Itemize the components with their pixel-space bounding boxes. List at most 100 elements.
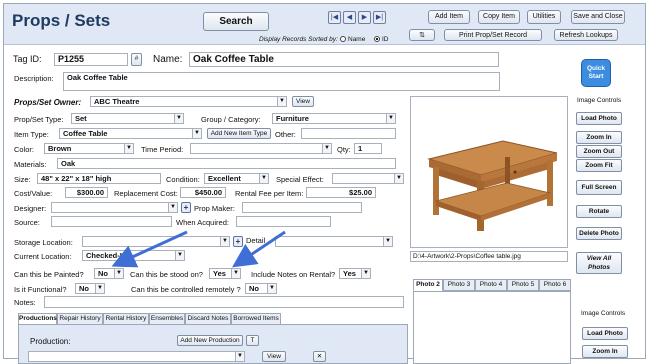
when-acquired-label: When Acquired:	[176, 218, 229, 227]
view-all-photos-button[interactable]: View All Photos	[576, 252, 622, 274]
functional-label: Is it Functional?	[14, 285, 67, 294]
print-record-button[interactable]: Print Prop/Set Record	[444, 29, 542, 41]
previous-record-button[interactable]: ◀	[343, 11, 356, 24]
sort-id-radio[interactable]: ID	[374, 36, 389, 43]
qty-label: Qty:	[337, 145, 351, 154]
tab-photo-3[interactable]: Photo 3	[443, 279, 475, 291]
tag-number-button[interactable]: #	[131, 53, 142, 66]
add-item-type-button[interactable]: Add New Item Type	[207, 128, 271, 139]
replacement-cost-label: Replacement Cost:	[114, 189, 178, 198]
photo-viewer[interactable]	[410, 96, 568, 248]
remote-control-select[interactable]: No ▼	[245, 283, 277, 294]
tag-id-field[interactable]: P1255	[54, 53, 128, 66]
zoom-in-button[interactable]: Zoom In	[576, 131, 622, 144]
load-photo-button[interactable]: Load Photo	[576, 112, 622, 125]
current-location-value: Checked-In	[86, 251, 127, 260]
designer-select[interactable]: ▼	[51, 202, 178, 213]
sorted-by-label: Display Records Sorted by:	[259, 36, 338, 43]
size-field[interactable]: 48" x 22" x 18" high	[37, 173, 161, 184]
special-effect-label: Special Effect:	[276, 175, 324, 184]
add-production-button[interactable]: Add New Production	[177, 335, 243, 346]
group-select[interactable]: Furniture ▼	[272, 113, 396, 124]
plus-icon: +	[183, 203, 189, 212]
painted-select[interactable]: No ▼	[94, 268, 124, 279]
photo-path-field[interactable]: D:\4-Artwork\2-Props\Coffee table.jpg	[410, 251, 568, 262]
qty-field[interactable]: 1	[354, 143, 382, 154]
name-field[interactable]: Oak Coffee Table	[189, 52, 499, 67]
description-field[interactable]: Oak Coffee Table	[63, 72, 500, 91]
first-record-button[interactable]: |◀	[328, 11, 341, 24]
lower-image-controls-label: Image Controls	[581, 310, 626, 317]
sort-id-label: ID	[382, 36, 389, 43]
functional-select[interactable]: No ▼	[75, 283, 105, 294]
special-effect-select[interactable]: ▼	[332, 173, 404, 184]
tab-photo-4[interactable]: Photo 4	[475, 279, 507, 291]
chevron-down-icon: ▼	[114, 269, 123, 278]
rental-fee-label: Rental Fee per Item:	[235, 189, 304, 198]
chevron-down-icon: ▼	[394, 174, 403, 183]
prop-maker-field[interactable]	[242, 202, 362, 213]
tab-photo-2[interactable]: Photo 2	[413, 279, 443, 291]
notes-on-rental-select[interactable]: Yes ▼	[339, 268, 371, 279]
owner-label: Props/Set Owner:	[14, 98, 82, 107]
zoom-fit-button[interactable]: Zoom Fit	[576, 159, 622, 172]
sort-name-radio[interactable]: Name	[340, 36, 365, 43]
chevron-down-icon: ▼	[124, 144, 133, 153]
search-button[interactable]: Search	[203, 12, 269, 31]
detail-select[interactable]: ▼	[275, 236, 393, 247]
time-period-select[interactable]: ▼	[190, 143, 332, 154]
chevron-down-icon: ▼	[322, 144, 331, 153]
chevron-down-icon: ▼	[220, 237, 229, 246]
type-label: Prop/Set Type:	[14, 115, 64, 124]
replacement-cost-field[interactable]: $450.00	[180, 187, 226, 198]
owner-select[interactable]: ABC Theatre ▼	[90, 96, 287, 107]
when-acquired-field[interactable]	[236, 216, 331, 227]
item-type-select[interactable]: Coffee Table ▼	[59, 128, 202, 139]
materials-field[interactable]: Oak	[57, 158, 396, 169]
current-location-select[interactable]: Checked-In ▼	[82, 250, 185, 261]
type-select[interactable]: Set ▼	[71, 113, 184, 124]
condition-label: Condition:	[166, 175, 200, 184]
tab-photo-5[interactable]: Photo 5	[507, 279, 539, 291]
last-record-button[interactable]: ▶|	[373, 11, 386, 24]
next-record-button[interactable]: ▶	[358, 11, 371, 24]
other-field[interactable]	[301, 128, 396, 139]
zoom-out-button[interactable]: Zoom Out	[576, 145, 622, 158]
add-item-button[interactable]: Add Item	[428, 10, 470, 24]
refresh-lookups-button[interactable]: Refresh Lookups	[554, 29, 618, 41]
t-button[interactable]: T	[246, 335, 259, 346]
color-select[interactable]: Brown ▼	[44, 143, 134, 154]
condition-select[interactable]: Excellent ▼	[204, 173, 269, 184]
painted-label: Can this be Painted?	[14, 270, 84, 279]
cost-field[interactable]: $300.00	[65, 187, 108, 198]
delete-production-button[interactable]: ✕	[313, 351, 326, 362]
save-close-button[interactable]: Save and Close	[571, 10, 625, 24]
rental-fee-field[interactable]: $25.00	[306, 187, 376, 198]
quick-start-button[interactable]: Quick Start	[581, 59, 611, 87]
lower-zoom-in-button[interactable]: Zoom In	[582, 345, 628, 358]
current-location-label: Current Location:	[14, 252, 72, 261]
add-designer-button[interactable]: +	[181, 202, 191, 213]
production-view-button[interactable]: View	[262, 351, 286, 362]
description-label: Description:	[14, 74, 54, 83]
coffee-table-image	[427, 140, 558, 231]
owner-view-button[interactable]: View	[292, 96, 314, 107]
source-field[interactable]	[51, 216, 172, 227]
full-screen-button[interactable]: Full Screen	[576, 180, 622, 195]
storage-location-select[interactable]: ▼	[82, 236, 230, 247]
tab-photo-6[interactable]: Photo 6	[539, 279, 571, 291]
notes-field[interactable]	[44, 296, 404, 308]
sort-toggle-button[interactable]: ⇅	[409, 29, 435, 41]
copy-item-button[interactable]: Copy Item	[478, 10, 520, 24]
chevron-down-icon: ▼	[175, 251, 184, 260]
color-label: Color:	[14, 145, 35, 154]
delete-photo-button[interactable]: Delete Photo	[576, 227, 622, 240]
storage-location-label: Storage Location:	[14, 238, 73, 247]
production-select[interactable]: ▼	[28, 351, 245, 362]
stood-on-select[interactable]: Yes ▼	[209, 268, 241, 279]
utilities-button[interactable]: Utilities	[527, 10, 561, 24]
lower-load-photo-button[interactable]: Load Photo	[582, 327, 628, 340]
tag-id-label: Tag ID:	[13, 54, 42, 64]
rotate-button[interactable]: Rotate	[576, 205, 622, 218]
add-storage-button[interactable]: +	[233, 236, 243, 247]
